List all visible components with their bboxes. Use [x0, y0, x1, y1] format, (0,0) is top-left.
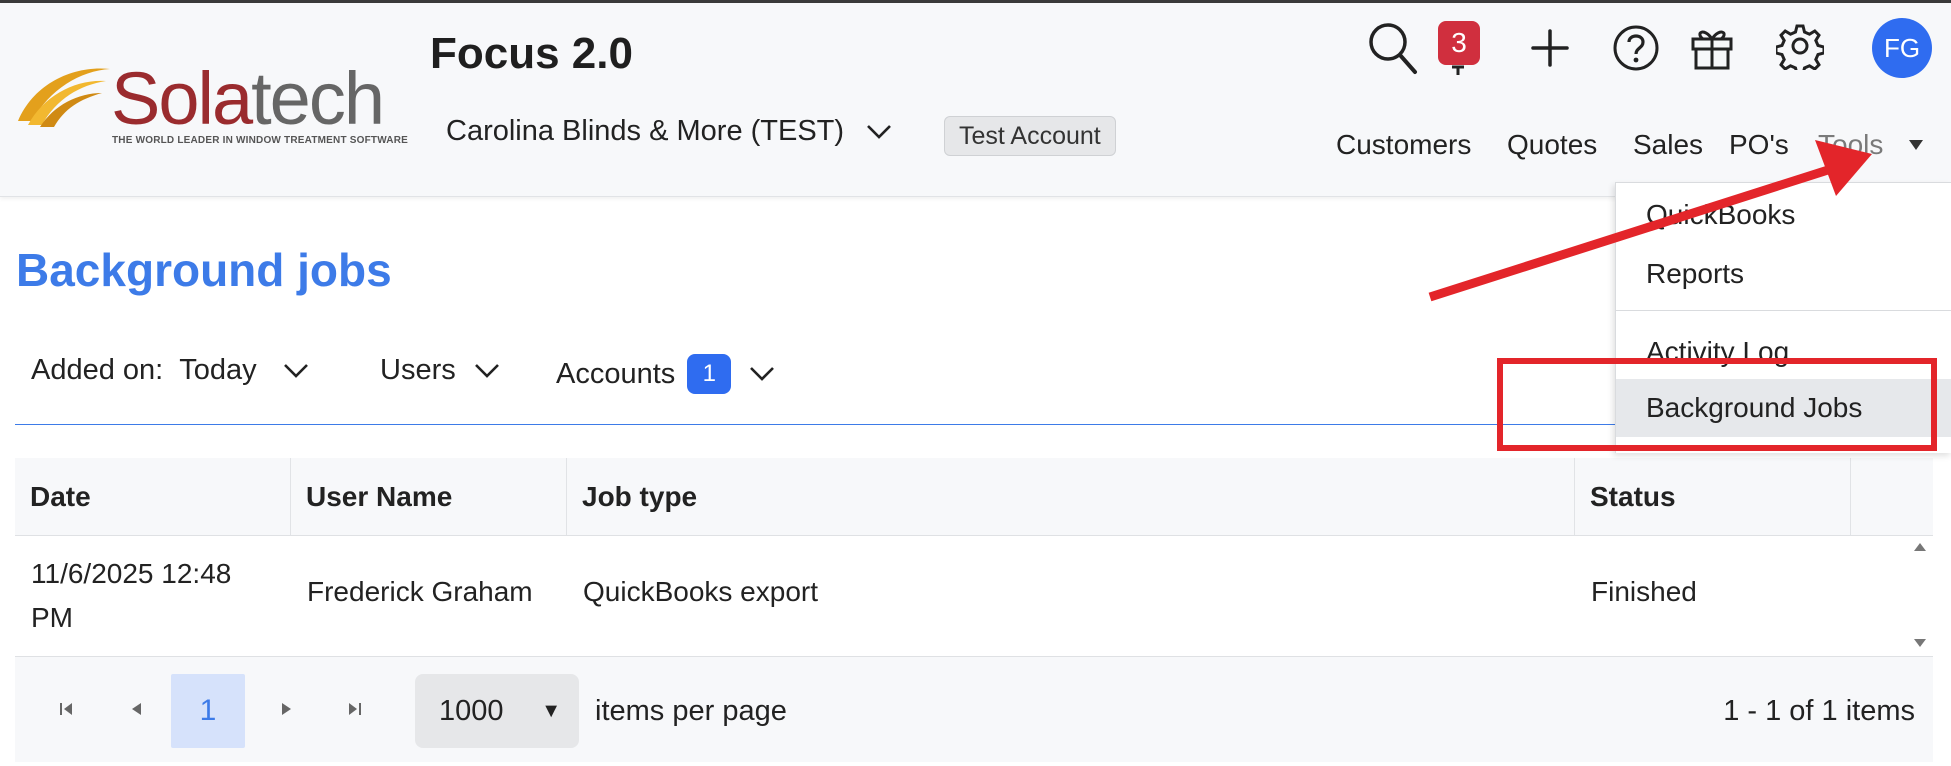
- previous-page-button[interactable]: [116, 689, 156, 729]
- chevron-down-icon: [474, 363, 499, 378]
- pager: 1 1000 ▼ items per page 1 - 1 of 1 items: [15, 656, 1933, 762]
- page-size-label: items per page: [595, 695, 787, 727]
- nav-pos[interactable]: PO's: [1729, 129, 1789, 161]
- gift-icon: [1691, 30, 1733, 70]
- chevron-down-icon: [867, 124, 891, 139]
- table-row[interactable]: 11/6/2025 12:48 PM Frederick Graham Quic…: [15, 536, 1915, 654]
- page-number-current[interactable]: 1: [171, 674, 245, 748]
- settings-button[interactable]: [1775, 21, 1825, 71]
- whats-new-button[interactable]: [1687, 23, 1737, 73]
- notification-count-badge[interactable]: 3: [1438, 21, 1480, 65]
- accounts-count-badge: 1: [687, 354, 732, 394]
- nav-customers[interactable]: Customers: [1336, 129, 1471, 161]
- search-button[interactable]: [1367, 21, 1419, 77]
- search-icon: [1369, 23, 1417, 74]
- accounts-filter[interactable]: Accounts 1: [556, 354, 775, 394]
- company-selector[interactable]: Carolina Blinds & More (TEST): [446, 115, 892, 148]
- users-filter[interactable]: Users: [380, 354, 500, 387]
- last-page-button[interactable]: [335, 689, 375, 729]
- chevron-down-icon: [750, 367, 775, 381]
- next-page-button[interactable]: [267, 689, 307, 729]
- column-header-job-type[interactable]: Job type: [567, 458, 1575, 535]
- swoosh-icon: [18, 68, 110, 127]
- annotation-highlight-box: [1497, 358, 1937, 451]
- accounts-label: Accounts: [556, 357, 676, 390]
- gear-icon: [1776, 24, 1824, 70]
- column-header-status[interactable]: Status: [1575, 458, 1851, 535]
- scroll-up-icon[interactable]: [1913, 542, 1927, 552]
- next-page-icon: [282, 703, 291, 715]
- scroll-down-icon[interactable]: [1913, 638, 1927, 648]
- help-button[interactable]: [1611, 23, 1661, 73]
- vertical-scrollbar[interactable]: [1905, 536, 1933, 654]
- cell-date: 11/6/2025 12:48 PM: [31, 558, 232, 633]
- help-icon: [1613, 25, 1659, 71]
- users-label: Users: [380, 354, 456, 386]
- pager-info: 1 - 1 of 1 items: [1723, 695, 1915, 727]
- page-size-select[interactable]: 1000 ▼: [415, 674, 579, 748]
- menu-divider: [1616, 310, 1951, 311]
- plus-icon: [1531, 29, 1569, 67]
- add-button[interactable]: [1527, 25, 1573, 71]
- caret-down-icon: ▼: [541, 700, 561, 722]
- previous-page-icon: [132, 703, 141, 715]
- app-header: Solatech THE WORLD LEADER IN WINDOW TREA…: [0, 3, 1951, 197]
- last-page-icon: [349, 703, 361, 715]
- company-name: Carolina Blinds & More (TEST): [446, 115, 845, 147]
- cell-user-name: Frederick Graham: [307, 576, 533, 607]
- added-on-filter[interactable]: Added on: Today: [31, 354, 309, 387]
- solatech-logo[interactable]: Solatech THE WORLD LEADER IN WINDOW TREA…: [14, 57, 408, 149]
- nav-quotes[interactable]: Quotes: [1507, 129, 1597, 161]
- added-on-value: Today: [179, 354, 257, 386]
- user-avatar[interactable]: FG: [1872, 18, 1932, 78]
- menu-item-quickbooks[interactable]: QuickBooks: [1616, 186, 1951, 244]
- nav-sales[interactable]: Sales: [1633, 129, 1703, 161]
- page-title: Background jobs: [16, 244, 392, 296]
- table-header: Date User Name Job type Status: [15, 458, 1933, 536]
- column-header-date[interactable]: Date: [15, 458, 291, 535]
- cell-job-type: QuickBooks export: [583, 576, 818, 607]
- first-page-button[interactable]: [46, 689, 86, 729]
- cell-status: Finished: [1591, 576, 1697, 607]
- column-header-user-name[interactable]: User Name: [291, 458, 567, 535]
- nav-tools[interactable]: Tools: [1818, 129, 1883, 161]
- caret-down-icon[interactable]: [1908, 139, 1924, 151]
- account-badge: Test Account: [944, 116, 1116, 156]
- chevron-down-icon: [283, 363, 308, 378]
- logo-tagline: THE WORLD LEADER IN WINDOW TREATMENT SOF…: [112, 135, 409, 146]
- menu-item-reports[interactable]: Reports: [1616, 245, 1951, 303]
- first-page-icon: [60, 703, 72, 715]
- logo-wordmark: Solatech: [111, 57, 385, 140]
- page-size-value: 1000: [439, 695, 504, 727]
- added-on-label: Added on:: [31, 354, 164, 386]
- app-title: Focus 2.0: [430, 29, 633, 78]
